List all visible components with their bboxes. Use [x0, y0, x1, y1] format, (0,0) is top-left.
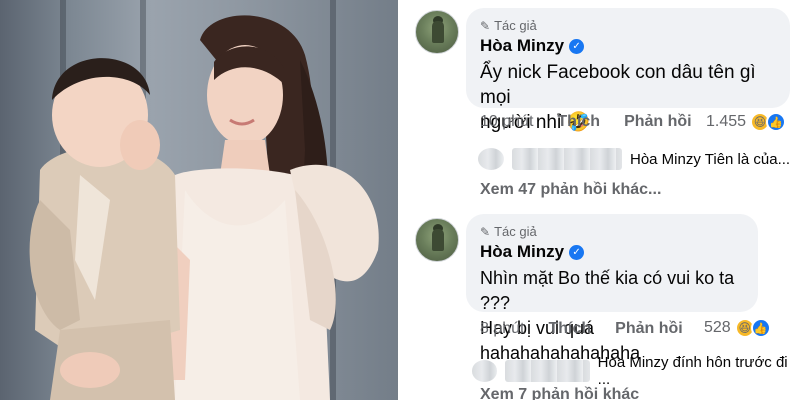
- author-tag: ✎ Tác giả: [480, 18, 776, 33]
- mother-child-photo: [29, 15, 379, 400]
- reply-preview-text: Hòa Minzy đính hôn trước đi ...: [597, 354, 788, 388]
- comment-timestamp[interactable]: 8 phút: [480, 320, 524, 338]
- photo-panel: [0, 0, 400, 400]
- author-avatar[interactable]: [415, 218, 459, 262]
- view-more-replies-link[interactable]: Xem 7 phản hồi khác: [480, 386, 639, 400]
- reply-button[interactable]: Phản hồi: [624, 113, 692, 131]
- author-name-row: Hòa Minzy ✓: [480, 242, 744, 262]
- like-button[interactable]: Thích: [548, 320, 591, 338]
- blurred-avatar: [478, 148, 504, 170]
- comment-actions: 8 phút Thích Phản hồi: [480, 320, 683, 338]
- like-button[interactable]: Thích: [557, 113, 600, 131]
- reply-preview[interactable]: Hòa Minzy Tiên là của...: [478, 148, 790, 170]
- comment-actions: 10 phút Thích Phản hồi: [480, 113, 692, 131]
- blurred-name: [505, 360, 590, 382]
- comment-line: Ẩy nick Facebook con dâu tên gì mọi: [480, 62, 756, 108]
- comment-text: Nhìn mặt Bo thế kia có vui ko ta ??? Hay…: [480, 266, 744, 366]
- reply-preview[interactable]: Hòa Minzy đính hôn trước đi ...: [472, 354, 800, 388]
- view-more-replies-link[interactable]: Xem 47 phản hồi khác...: [480, 181, 661, 199]
- author-tag-label: Tác giả: [494, 224, 537, 239]
- reaction-summary[interactable]: 528 😆 👍: [704, 318, 771, 338]
- comment-bubble: ✎ Tác giả Hòa Minzy ✓ Ẩy nick Facebook c…: [466, 8, 790, 133]
- reply-preview-text: Hòa Minzy Tiên là của...: [630, 150, 791, 168]
- reaction-summary[interactable]: 1.455 😆 👍: [706, 112, 787, 132]
- comment-timestamp[interactable]: 10 phút: [480, 113, 533, 131]
- author-tag: ✎ Tác giả: [480, 224, 744, 239]
- verified-check-icon: ✓: [569, 244, 585, 260]
- blurred-name: [512, 148, 622, 170]
- author-avatar[interactable]: [415, 10, 459, 54]
- comment-line: Nhìn mặt Bo thế kia có vui ko ta ???: [480, 268, 735, 313]
- verified-check-icon: ✓: [569, 38, 585, 54]
- comments-panel: ✎ Tác giả Hòa Minzy ✓ Ẩy nick Facebook c…: [400, 0, 800, 400]
- author-name[interactable]: Hòa Minzy: [480, 36, 564, 56]
- author-tag-label: Tác giả: [494, 18, 537, 33]
- author-name[interactable]: Hòa Minzy: [480, 242, 564, 262]
- like-reaction-icon: 👍: [750, 318, 771, 338]
- reaction-count: 528: [704, 319, 731, 336]
- reaction-count: 1.455: [706, 113, 747, 130]
- like-reaction-icon: 👍: [766, 112, 787, 132]
- blurred-avatar: [472, 360, 498, 382]
- reply-button[interactable]: Phản hồi: [615, 320, 683, 338]
- avatar-figure-shape: [432, 229, 444, 251]
- author-name-row: Hòa Minzy ✓: [480, 36, 776, 56]
- avatar-figure-shape: [432, 21, 444, 43]
- pen-icon: ✎: [480, 224, 491, 239]
- comment-bubble: ✎ Tác giả Hòa Minzy ✓ Nhìn mặt Bo thế ki…: [466, 214, 758, 363]
- pen-icon: ✎: [480, 18, 491, 33]
